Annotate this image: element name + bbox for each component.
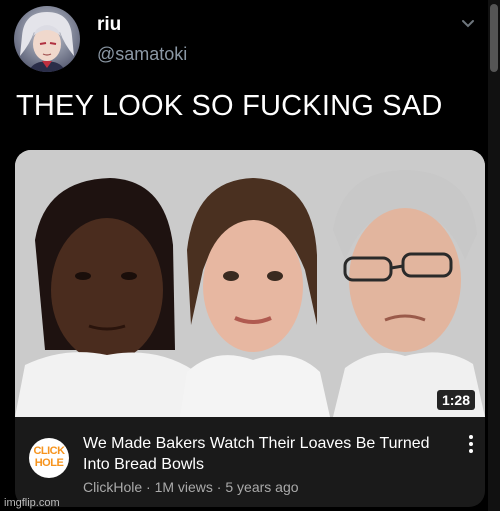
avatar[interactable] (14, 6, 80, 72)
logo-text-click: CLICK (33, 445, 65, 457)
video-thumbnail[interactable] (15, 150, 485, 417)
channel-logo[interactable]: CLICK HOLE (29, 438, 69, 478)
chevron-down-icon[interactable] (458, 14, 478, 34)
scrollbar[interactable] (488, 0, 500, 511)
more-vertical-icon[interactable] (467, 434, 475, 454)
user-handle[interactable]: @samatoki (97, 44, 187, 65)
video-duration: 1:28 (436, 390, 475, 410)
watermark: imgflip.com (4, 497, 60, 509)
scroll-thumb[interactable] (490, 4, 498, 72)
video-meta: ClickHole · 1M views · 5 years ago (83, 479, 299, 495)
video-embed-card[interactable]: 1:28 CLICK HOLE We Made Bakers Watch The… (15, 150, 485, 507)
video-title[interactable]: We Made Bakers Watch Their Loaves Be Tur… (83, 433, 433, 475)
avatar-illustration (20, 12, 74, 72)
tweet-text: THEY LOOK SO FUCKING SAD (16, 90, 443, 122)
logo-text-hole: HOLE (34, 457, 64, 469)
display-name[interactable]: riu (97, 14, 121, 36)
thumbnail-illustration (15, 150, 485, 417)
